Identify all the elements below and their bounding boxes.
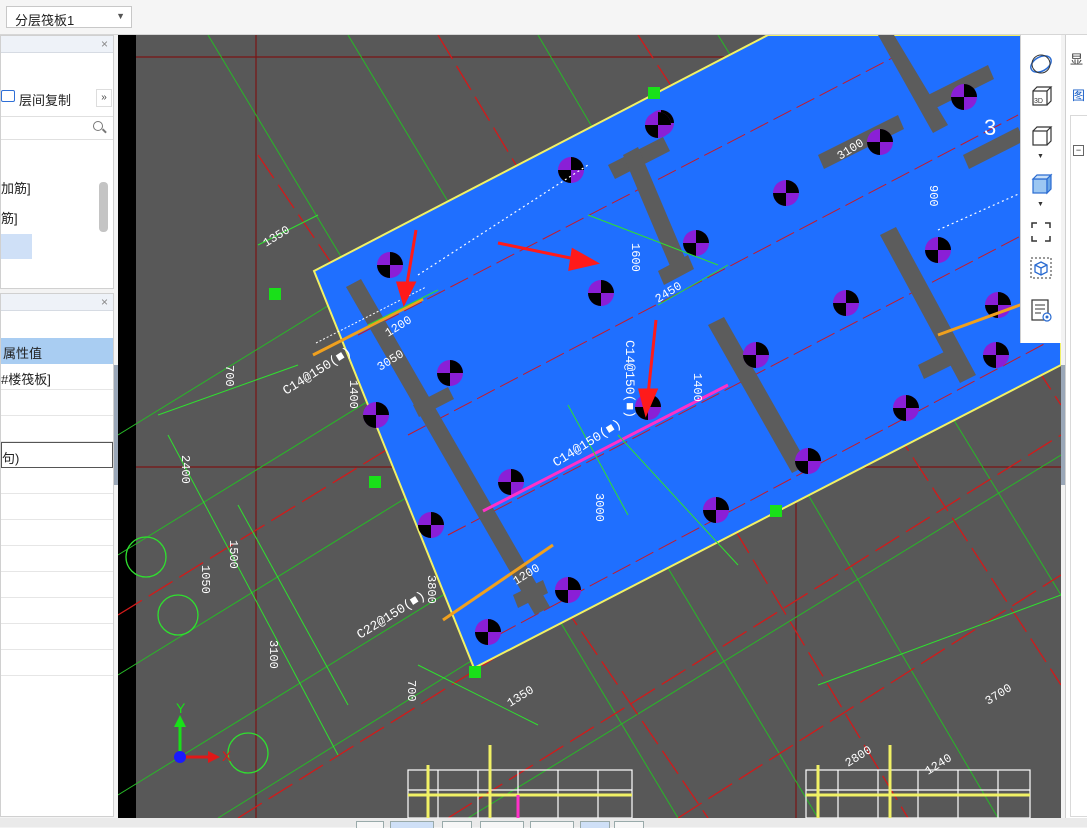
floor-copy-button[interactable]: 层间复制 [1,88,87,108]
list-item[interactable]: 筋] [1,208,18,227]
property-row[interactable] [1,546,113,572]
property-panel: × 属性值 #楼筏板] 句) [0,293,114,817]
dim-text: 1400 [346,380,360,409]
right-panel-subtab[interactable]: 图 [1072,85,1085,104]
axis-x-label: X [222,748,232,764]
view-3d-label: 3D [1034,98,1043,105]
dim-text: 1350 [505,683,537,710]
property-row[interactable] [1,468,113,494]
property-value-header: 属性值 [1,338,113,364]
dim-text: 1050 [198,565,212,594]
property-row[interactable] [1,624,113,650]
left-band [118,35,136,818]
rebar-label: C22@150(■) [354,588,428,642]
dim-text: 1600 [628,243,642,272]
layer-select[interactable]: 分层筏板1 ▼ [6,6,132,28]
floor-copy-label: 层间复制 [19,93,72,108]
axis-bubbles [125,536,269,774]
dim-text: 1240 [923,751,955,778]
cad-drawing[interactable]: 1350 700 1200 3050 1400 1600 2450 1400 3… [118,35,1061,818]
property-row[interactable] [1,494,113,520]
property-value: #楼筏板] [1,372,51,387]
search-input[interactable] [1,116,113,140]
property-row[interactable]: #楼筏板] [1,364,113,390]
chevron-down-icon: ▼ [116,11,125,21]
axis-y-label: Y [176,700,186,716]
list-scrollbar[interactable] [99,182,108,232]
dim-text: 3700 [983,681,1015,708]
display-settings-icon[interactable] [1028,297,1054,323]
rebar-label: C14@150(■) [622,340,637,418]
right-panel-tab[interactable]: 显 [1070,49,1083,68]
more-icon[interactable]: » [96,89,112,107]
dim-text: 1500 [226,540,240,569]
right-panel-tree [1070,115,1087,817]
dropdown-arrow-icon[interactable]: ▼ [1037,201,1044,208]
property-row-edit[interactable]: 句) [1,442,113,468]
view-cube-icon[interactable] [1028,123,1054,149]
isolate-icon[interactable] [1028,255,1054,281]
right-panel: 显 图 − [1065,35,1087,818]
3d-view-icon[interactable]: 3D [1028,83,1054,109]
view-tool-strip: 3D ▼ ▼ [1020,35,1061,343]
property-row[interactable] [1,520,113,546]
property-row[interactable] [1,598,113,624]
copy-icon [1,90,15,102]
dropdown-arrow-icon[interactable]: ▼ [1037,153,1044,160]
dim-text: 2800 [843,743,875,770]
dim-text: 2400 [178,455,192,484]
ucs-axis: Y X [174,700,232,764]
dim-text: 700 [222,365,236,387]
zoom-extents-icon[interactable] [1028,219,1054,245]
property-row[interactable] [1,416,113,442]
top-toolbar: 分层筏板1 ▼ [0,0,1087,35]
layer-select-value: 分层筏板1 [15,13,75,28]
component-list-panel: × 层间复制 » 加筋] 筋] [0,35,114,289]
shaded-cube-icon[interactable] [1028,171,1054,197]
dim-text: 1400 [690,373,704,402]
list-item[interactable]: 加筋] [1,178,31,197]
orbit-icon[interactable] [1028,51,1054,77]
dim-text: 900 [926,185,940,207]
panel-header: × [1,36,113,53]
grid-mark: 3 [984,115,996,140]
dim-text: 700 [404,680,418,702]
close-icon[interactable]: × [101,36,108,52]
property-row[interactable] [1,572,113,598]
dim-text: 1350 [261,223,293,250]
collapse-icon[interactable]: − [1073,145,1084,156]
dim-text: 3000 [592,493,606,522]
property-row[interactable] [1,390,113,416]
close-icon[interactable]: × [101,294,108,310]
dim-text: 3100 [266,640,280,669]
property-row[interactable] [1,650,113,676]
search-icon[interactable] [93,121,103,131]
panel-header: × [1,294,113,311]
property-value: 句) [2,451,20,466]
bottom-status-bar [0,818,1087,828]
cad-canvas[interactable]: 1350 700 1200 3050 1400 1600 2450 1400 3… [118,35,1061,818]
list-item-selected[interactable] [1,234,32,259]
property-value-header-label: 属性值 [3,346,43,361]
